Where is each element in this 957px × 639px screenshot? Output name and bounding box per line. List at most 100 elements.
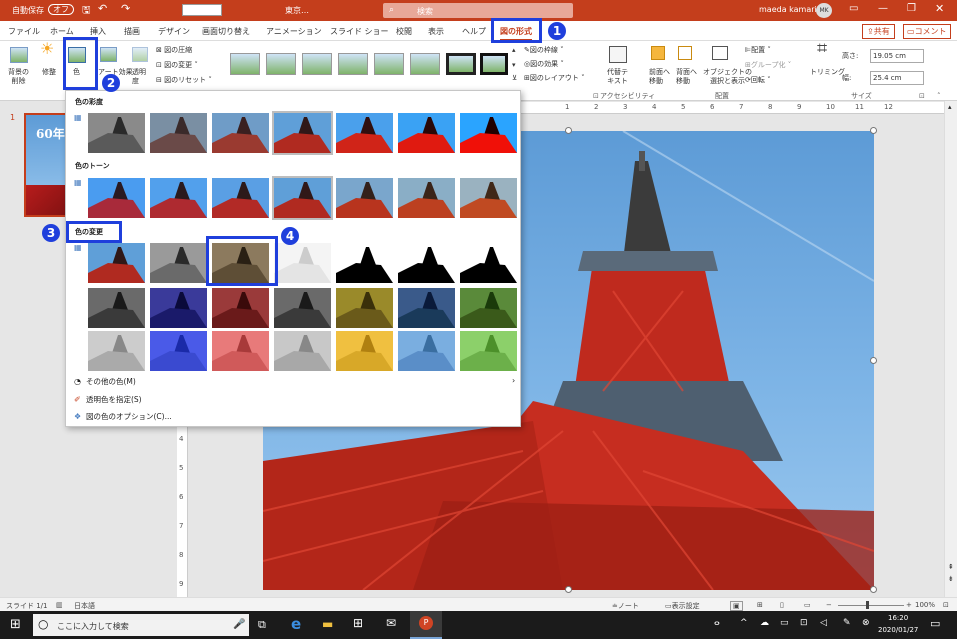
tone-swatch-4[interactable] [272, 176, 333, 220]
recolor-dark-swatch-1[interactable] [88, 288, 145, 328]
tab-help[interactable]: ヘルプ [462, 26, 486, 37]
saturation-swatch-3[interactable] [212, 113, 269, 153]
recolor-dark-swatch-5[interactable] [336, 288, 393, 328]
battery-icon[interactable]: ▭ [780, 618, 789, 628]
style-6[interactable] [410, 53, 440, 75]
picture-layout-button[interactable]: ⊞図のレイアウト ˅ [524, 74, 585, 83]
notifications-icon[interactable]: ▭ [930, 617, 940, 630]
tab-slideshow[interactable]: スライド ショー [330, 26, 389, 37]
spellcheck-icon[interactable]: ▥ [56, 601, 63, 609]
tab-review[interactable]: 校閲 [396, 26, 412, 37]
width-input[interactable]: 25.4 cm [870, 71, 924, 85]
zoom-in-icon[interactable]: + [906, 601, 912, 609]
clock-time[interactable]: 16:20 [888, 614, 908, 622]
people-icon[interactable]: ⴰ [714, 618, 720, 628]
share-button[interactable]: ⇪共有 [862, 24, 895, 39]
recolor-light-swatch-7[interactable] [460, 331, 517, 371]
recolor-dark-swatch-2[interactable] [150, 288, 207, 328]
picture-effects-button[interactable]: ◎図の効果 ˅ [524, 60, 564, 69]
zoom-level[interactable]: 100% [915, 601, 935, 609]
recolor-dark-swatch-6[interactable] [398, 288, 455, 328]
group-button[interactable]: ⊞グループ化 ˅ [745, 61, 791, 70]
tab-animations[interactable]: アニメーション [266, 26, 322, 37]
height-input[interactable]: 19.05 cm [870, 49, 924, 63]
slide-sorter-icon[interactable]: ⊞ [757, 601, 763, 609]
collapse-ribbon-icon[interactable]: ˄ [937, 92, 941, 101]
notes-button[interactable]: ≐ノート [612, 601, 639, 611]
crop-icon[interactable]: ⌗ [817, 40, 827, 58]
resize-handle-bottom-right[interactable] [870, 586, 877, 593]
recolor-light-swatch-1[interactable] [88, 331, 145, 371]
recolor-swatch-2[interactable] [150, 243, 207, 283]
recolor-swatch-1[interactable] [88, 243, 145, 283]
recolor-light-swatch-4[interactable] [274, 331, 331, 371]
recolor-dark-swatch-7[interactable] [460, 288, 517, 328]
style-2[interactable] [266, 53, 296, 75]
display-settings-button[interactable]: ▭表示設定 [665, 601, 700, 611]
recolor-light-swatch-3[interactable] [212, 331, 269, 371]
corrections-icon[interactable]: ☀ [40, 41, 54, 57]
slide-thumbnail[interactable]: 60年 [24, 113, 70, 217]
selection-pane-icon[interactable] [712, 46, 728, 60]
tab-draw[interactable]: 描画 [124, 26, 140, 37]
change-picture-button[interactable]: ⊡ 図の変更 ˅ [156, 61, 198, 70]
save-icon[interactable]: 🖫 [82, 3, 91, 20]
tone-swatch-2[interactable] [150, 178, 207, 218]
bring-forward-icon[interactable] [651, 46, 665, 60]
mail-icon[interactable]: ✉ [386, 616, 396, 630]
font-size-box[interactable] [182, 4, 222, 16]
prev-slide-icon[interactable]: ⇞ [948, 563, 954, 571]
recolor-light-swatch-5[interactable] [336, 331, 393, 371]
gallery-more-icon[interactable]: ⊻ [512, 74, 517, 83]
picture-border-button[interactable]: ✎図の枠線 ˅ [524, 46, 564, 55]
scroll-up-icon[interactable]: ▴ [948, 103, 952, 111]
search-box[interactable]: ⌕ 検索 [383, 3, 573, 18]
ime-icon[interactable]: ⊗ [862, 618, 870, 628]
autosave-toggle[interactable]: オフ [48, 4, 74, 15]
language-label[interactable]: 日本語 [74, 601, 95, 611]
tone-swatch-1[interactable] [88, 178, 145, 218]
restore-icon[interactable]: ❐ [907, 3, 916, 14]
set-transparent-color-item[interactable]: ✐ 透明色を指定(S) [74, 394, 142, 405]
compress-button[interactable]: ⊠ 図の圧縮 [156, 46, 192, 55]
zoom-slider[interactable] [838, 605, 904, 606]
remove-background-icon[interactable] [10, 47, 28, 63]
resize-handle-top[interactable] [565, 127, 572, 134]
edge-icon[interactable]: e [291, 615, 301, 633]
undo-icon[interactable]: ↶ [98, 2, 107, 15]
rotate-button[interactable]: ⟳回転 ˅ [745, 76, 771, 85]
recolor-dark-swatch-3[interactable] [212, 288, 269, 328]
avatar[interactable]: MK [816, 3, 832, 18]
comment-button[interactable]: ▭コメント [903, 24, 951, 39]
file-explorer-icon[interactable]: ▬ [322, 617, 333, 631]
recolor-swatch-5[interactable] [336, 243, 393, 283]
volume-icon[interactable]: ◁ [820, 618, 827, 628]
minimize-icon[interactable]: — [878, 3, 888, 14]
style-7[interactable] [446, 53, 476, 75]
saturation-swatch-4[interactable] [272, 111, 333, 155]
saturation-swatch-5[interactable] [336, 113, 393, 153]
recolor-swatch-7[interactable] [460, 243, 517, 283]
transparency-icon[interactable] [132, 47, 148, 62]
alt-text-icon[interactable] [609, 46, 627, 63]
tone-swatch-3[interactable] [212, 178, 269, 218]
saturation-swatch-2[interactable] [150, 113, 207, 153]
recolor-swatch-4[interactable] [274, 243, 331, 283]
tone-swatch-7[interactable] [460, 178, 517, 218]
normal-view-icon[interactable]: ▣ [730, 601, 743, 611]
zoom-slider-thumb[interactable] [866, 601, 869, 609]
tray-expand-icon[interactable]: ^ [740, 618, 748, 628]
slideshow-view-icon[interactable]: ▭ [804, 601, 811, 609]
fit-slide-icon[interactable]: ⊡ [943, 601, 949, 609]
onedrive-icon[interactable]: ☁ [760, 618, 769, 628]
zoom-out-icon[interactable]: − [826, 601, 832, 609]
tab-design[interactable]: デザイン [158, 26, 190, 37]
artistic-effects-icon[interactable] [100, 47, 117, 62]
tone-swatch-6[interactable] [398, 178, 455, 218]
reset-picture-button[interactable]: ⊟ 図のリセット ˅ [156, 76, 212, 85]
saturation-swatch-1[interactable] [88, 113, 145, 153]
tone-swatch-5[interactable] [336, 178, 393, 218]
tab-file[interactable]: ファイル [8, 26, 40, 37]
clock-date[interactable]: 2020/01/27 [878, 626, 918, 634]
tab-transitions[interactable]: 画面切り替え [202, 26, 250, 37]
